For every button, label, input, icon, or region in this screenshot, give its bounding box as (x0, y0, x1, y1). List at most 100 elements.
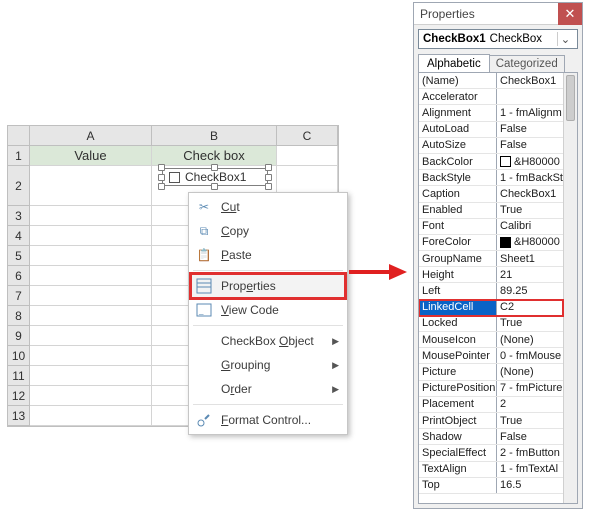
cell-a9[interactable] (30, 326, 152, 346)
property-value[interactable]: True (497, 203, 563, 218)
property-value[interactable]: &H80000 (497, 154, 563, 169)
scrollbar[interactable] (563, 73, 577, 503)
property-value[interactable]: 2 (497, 397, 563, 412)
row-header-10[interactable]: 10 (8, 346, 30, 366)
cell-a1[interactable]: Value (30, 146, 152, 166)
row-header-6[interactable]: 6 (8, 266, 30, 286)
row-header-9[interactable]: 9 (8, 326, 30, 346)
cell-a10[interactable] (30, 346, 152, 366)
property-row[interactable]: EnabledTrue (419, 203, 563, 219)
property-value[interactable]: Sheet1 (497, 251, 563, 266)
property-value[interactable]: 16.5 (497, 478, 563, 493)
property-row[interactable]: CaptionCheckBox1 (419, 186, 563, 202)
property-value[interactable]: 0 - fmMouse (497, 348, 563, 363)
property-value[interactable]: True (497, 413, 563, 428)
menu-checkbox-object[interactable]: CheckBox Object ▶ (191, 329, 345, 353)
property-value[interactable]: 1 - fmAlignm (497, 105, 563, 120)
property-row[interactable]: AutoLoadFalse (419, 122, 563, 138)
cell-a3[interactable] (30, 206, 152, 226)
property-value[interactable]: False (497, 138, 563, 153)
scrollbar-thumb[interactable] (566, 75, 575, 121)
property-value[interactable]: True (497, 316, 563, 331)
property-value[interactable]: (None) (497, 364, 563, 379)
cell-a12[interactable] (30, 386, 152, 406)
menu-view-code[interactable]: _ View Code (191, 298, 345, 322)
property-row[interactable]: Alignment1 - fmAlignm (419, 105, 563, 121)
property-row[interactable]: PrintObjectTrue (419, 413, 563, 429)
cell-a11[interactable] (30, 366, 152, 386)
row-header-13[interactable]: 13 (8, 406, 30, 426)
menu-properties[interactable]: Properties (191, 274, 345, 298)
property-row[interactable]: (Name)CheckBox1 (419, 73, 563, 89)
menu-paste[interactable]: 📋 Paste (191, 243, 345, 267)
menu-format-control[interactable]: Format Control... (191, 408, 345, 432)
menu-cut[interactable]: ✂ Cut (191, 195, 345, 219)
property-value[interactable]: False (497, 429, 563, 444)
property-row[interactable]: AutoSizeFalse (419, 138, 563, 154)
col-header-c[interactable]: C (277, 126, 338, 146)
cell-a13[interactable] (30, 406, 152, 426)
cell-a5[interactable] (30, 246, 152, 266)
property-row[interactable]: BackColor&H80000 (419, 154, 563, 170)
property-value[interactable]: 21 (497, 267, 563, 282)
cell-c1[interactable] (277, 146, 338, 166)
property-row[interactable]: TextAlign1 - fmTextAl (419, 462, 563, 478)
property-row[interactable]: PicturePosition7 - fmPicture (419, 381, 563, 397)
col-header-b[interactable]: B (152, 126, 277, 146)
row-header-3[interactable]: 3 (8, 206, 30, 226)
property-row[interactable]: ForeColor&H80000 (419, 235, 563, 251)
property-row[interactable]: FontCalibri (419, 219, 563, 235)
property-row[interactable]: Left89.25 (419, 283, 563, 299)
property-row[interactable]: LinkedCellC2 (419, 300, 563, 316)
property-value[interactable]: 2 - fmButton (497, 445, 563, 460)
checkbox-control[interactable]: CheckBox1 (162, 168, 268, 186)
cell-b1[interactable]: Check box (152, 146, 277, 166)
select-all-corner[interactable] (8, 126, 30, 146)
cell-a4[interactable] (30, 226, 152, 246)
properties-titlebar[interactable]: Properties ✕ (414, 3, 582, 25)
property-value[interactable]: False (497, 122, 563, 137)
property-value[interactable]: C2 (497, 300, 563, 315)
property-row[interactable]: BackStyle1 - fmBackSt (419, 170, 563, 186)
property-row[interactable]: SpecialEffect2 - fmButton (419, 445, 563, 461)
row-header-7[interactable]: 7 (8, 286, 30, 306)
object-selector[interactable]: CheckBox1 CheckBox ⌄ (418, 29, 578, 49)
cell-a7[interactable] (30, 286, 152, 306)
property-value[interactable]: &H80000 (497, 235, 563, 250)
property-row[interactable]: LockedTrue (419, 316, 563, 332)
col-header-a[interactable]: A (30, 126, 152, 146)
property-row[interactable]: Height21 (419, 267, 563, 283)
property-row[interactable]: MouseIcon(None) (419, 332, 563, 348)
property-row[interactable]: Picture(None) (419, 364, 563, 380)
row-header-12[interactable]: 12 (8, 386, 30, 406)
row-header-11[interactable]: 11 (8, 366, 30, 386)
property-row[interactable]: GroupNameSheet1 (419, 251, 563, 267)
property-value[interactable]: CheckBox1 (497, 73, 563, 88)
row-header-4[interactable]: 4 (8, 226, 30, 246)
cell-a6[interactable] (30, 266, 152, 286)
row-header-2[interactable]: 2 (8, 166, 30, 206)
property-value[interactable]: 7 - fmPicture (497, 381, 563, 396)
tab-alphabetic[interactable]: Alphabetic (418, 54, 490, 73)
property-row[interactable]: Top16.5 (419, 478, 563, 494)
property-row[interactable]: MousePointer0 - fmMouse (419, 348, 563, 364)
row-header-1[interactable]: 1 (8, 146, 30, 166)
property-value[interactable]: 89.25 (497, 283, 563, 298)
close-button[interactable]: ✕ (558, 3, 582, 25)
property-value[interactable]: 1 - fmTextAl (497, 462, 563, 477)
property-value[interactable]: 1 - fmBackSt (497, 170, 563, 185)
property-value[interactable]: Calibri (497, 219, 563, 234)
property-value[interactable]: CheckBox1 (497, 186, 563, 201)
cell-a2[interactable] (30, 166, 152, 206)
row-header-5[interactable]: 5 (8, 246, 30, 266)
cell-a8[interactable] (30, 306, 152, 326)
menu-grouping[interactable]: Grouping ▶ (191, 353, 345, 377)
property-row[interactable]: ShadowFalse (419, 429, 563, 445)
property-value[interactable]: (None) (497, 332, 563, 347)
menu-order[interactable]: Order ▶ (191, 377, 345, 401)
menu-copy[interactable]: ⧉ Copy (191, 219, 345, 243)
property-row[interactable]: Placement2 (419, 397, 563, 413)
row-header-8[interactable]: 8 (8, 306, 30, 326)
property-row[interactable]: Accelerator (419, 89, 563, 105)
property-value[interactable] (497, 89, 563, 104)
